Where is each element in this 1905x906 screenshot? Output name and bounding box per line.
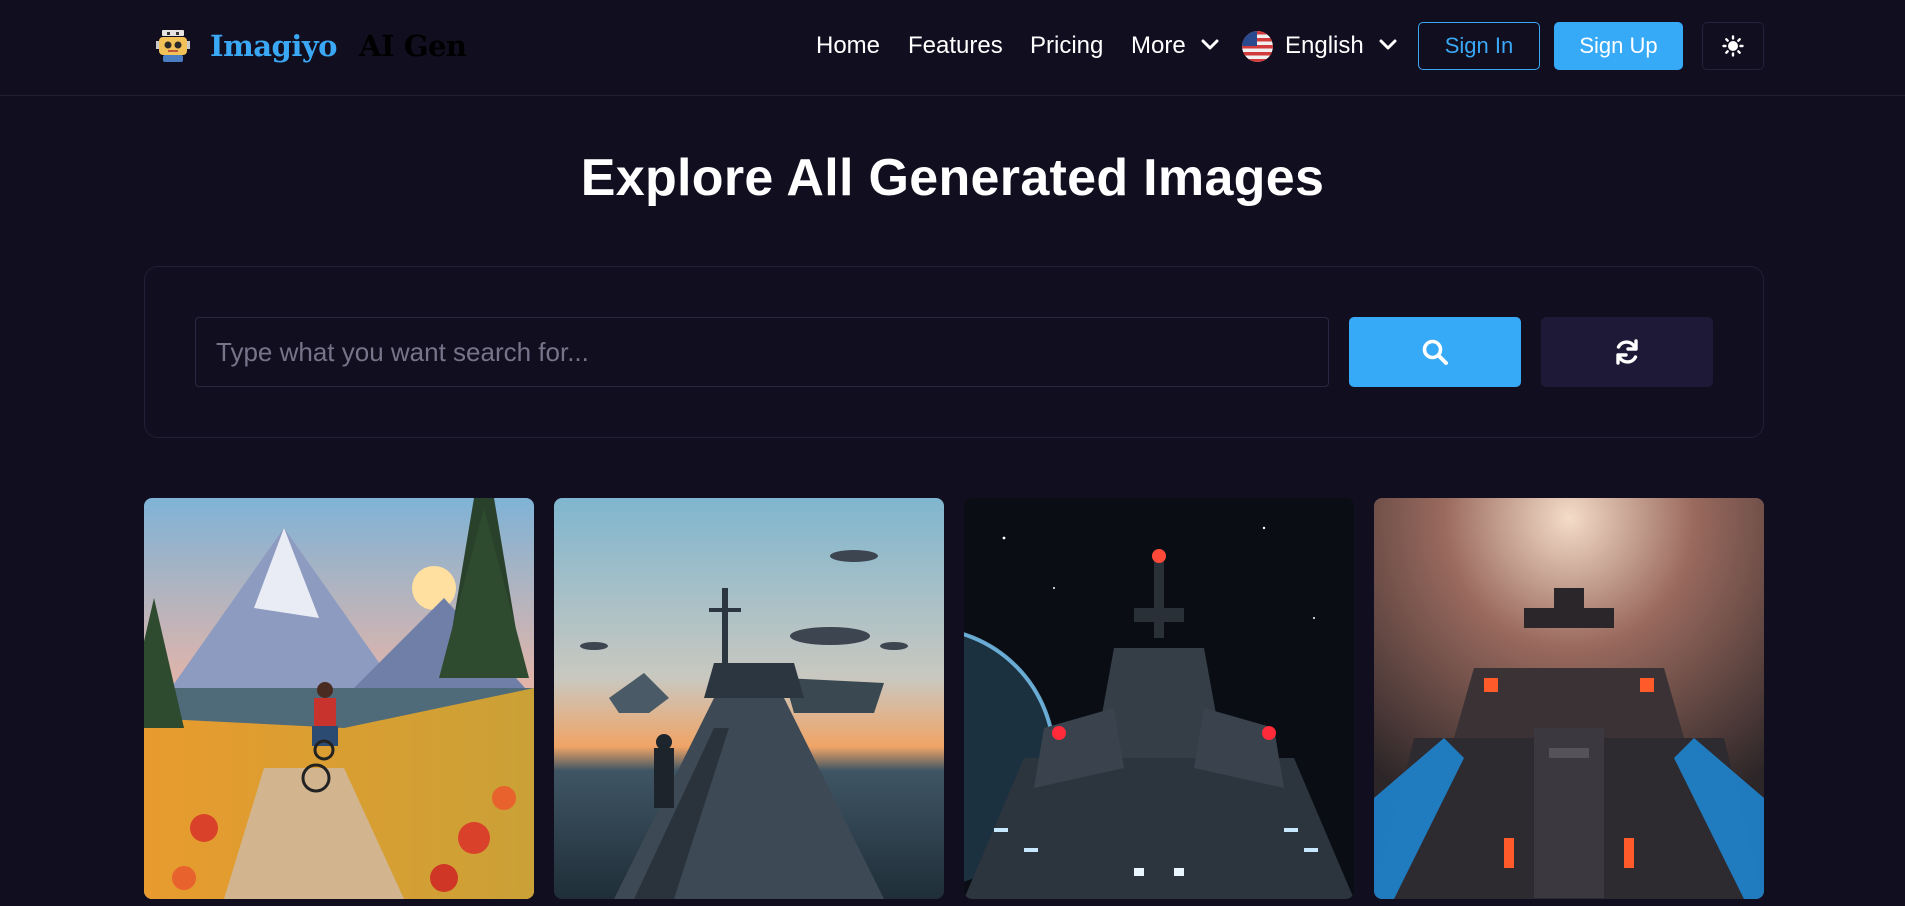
search-input[interactable] (195, 317, 1329, 387)
gallery-image-battleship[interactable] (1374, 498, 1764, 899)
search-icon (1422, 339, 1448, 365)
nav-home[interactable]: Home (816, 28, 880, 64)
nav-features[interactable]: Features (908, 28, 1003, 64)
language-label: English (1285, 32, 1364, 59)
top-navbar: Imagiyo AI Gen Home Features Pricing Mor… (0, 0, 1905, 96)
search-panel (144, 266, 1764, 438)
search-button[interactable] (1349, 317, 1521, 387)
nav-pricing[interactable]: Pricing (1030, 28, 1103, 64)
sign-up-button[interactable]: Sign Up (1554, 22, 1683, 70)
gallery-image-warship[interactable] (554, 498, 944, 899)
chevron-down-icon (1379, 39, 1397, 50)
refresh-icon (1616, 339, 1638, 365)
sun-icon (1722, 35, 1744, 57)
image-cyclist-mountain-trail (144, 498, 534, 899)
image-warship-at-sea (554, 498, 944, 899)
nav-more-label: More (1131, 32, 1186, 59)
chevron-down-icon (1201, 39, 1219, 50)
image-spaceship-in-space (964, 498, 1354, 899)
sign-in-button[interactable]: Sign In (1418, 22, 1540, 70)
us-flag-icon[interactable] (1242, 31, 1273, 62)
theme-toggle-button[interactable] (1702, 22, 1764, 70)
image-battleship-neon (1374, 498, 1764, 899)
refresh-button[interactable] (1541, 317, 1713, 387)
nav-more[interactable]: More (1131, 28, 1219, 64)
gallery-image-cyclist[interactable] (144, 498, 534, 899)
gallery-image-spaceship[interactable] (964, 498, 1354, 899)
page-title: Explore All Generated Images (580, 149, 1325, 207)
language-selector[interactable]: English (1285, 28, 1397, 64)
